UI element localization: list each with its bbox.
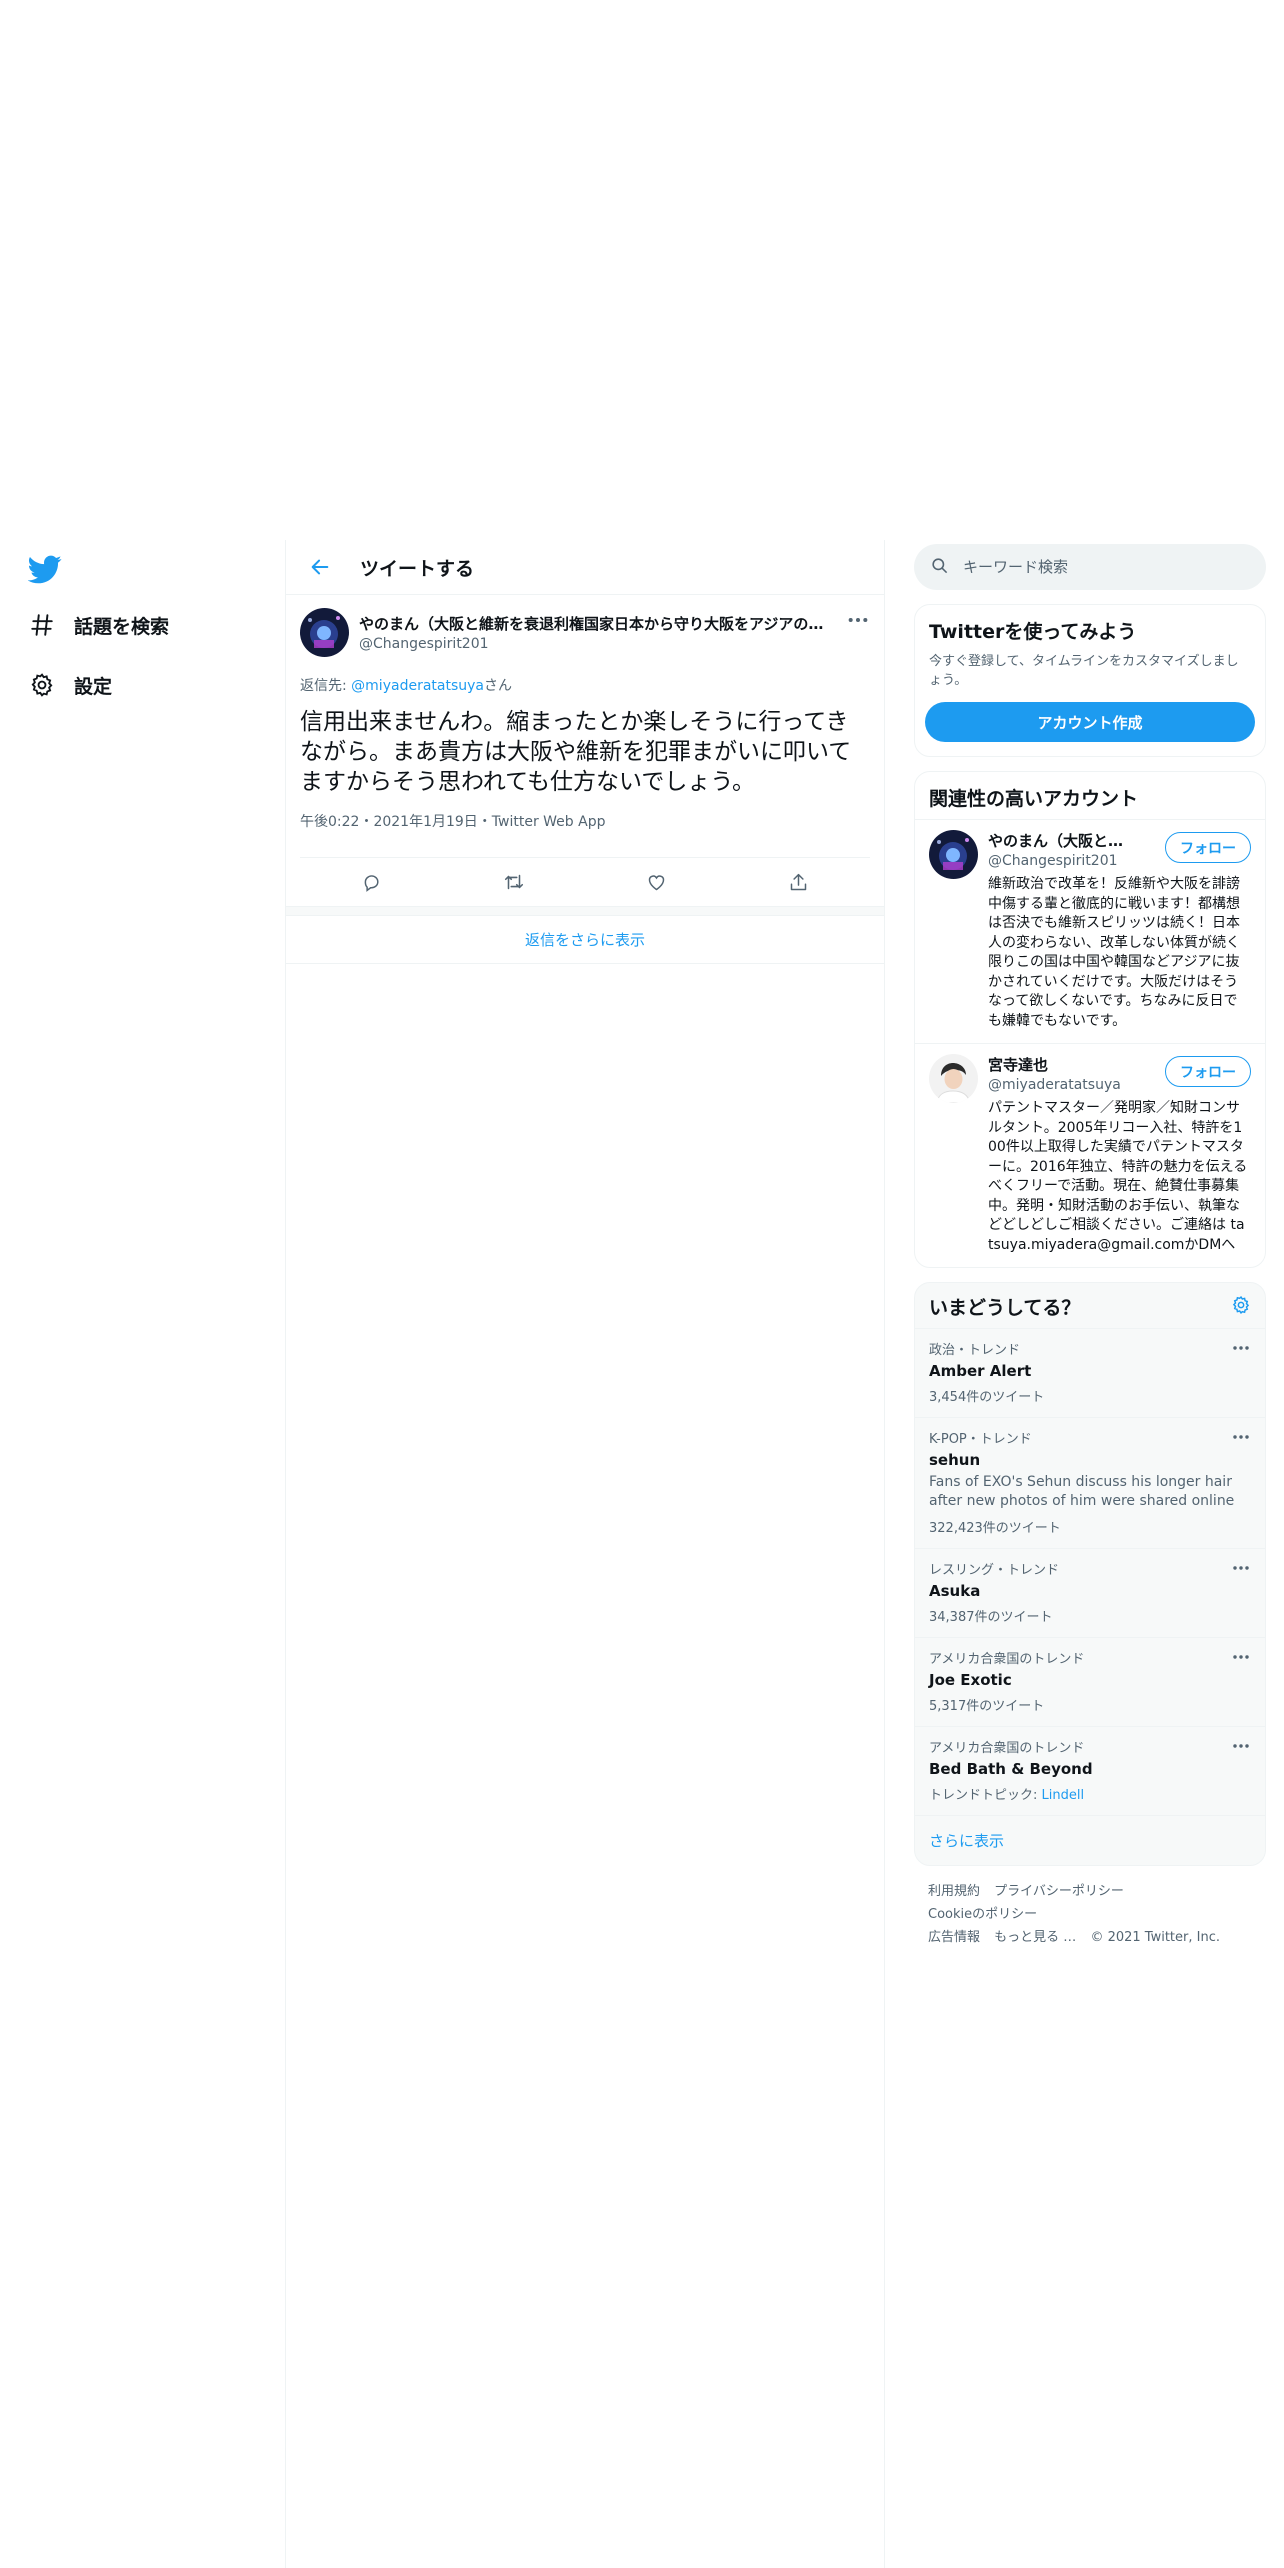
account-item[interactable]: やのまん（大阪と維新を衰退利権国家日本から守り大阪をアジアの… @Changes… xyxy=(915,819,1265,1043)
tweet-actions xyxy=(300,858,870,906)
section-divider xyxy=(286,906,884,916)
account-bio: パテントマスター／発明家／知財コンサルタント。2005年リコー入社、特許を100… xyxy=(988,1100,1248,1253)
more-options-icon[interactable] xyxy=(1231,1652,1251,1662)
right-sidebar: Twitterを使ってみよう 今すぐ登録して、タイムラインをカスタマイズしましょ… xyxy=(914,544,1266,1949)
trend-name: Bed Bath & Beyond xyxy=(929,1760,1093,1778)
account-bio: 維新政治で改革を！反維新や大阪を誹謗中傷する輩と徹底的に戦います！都構想は否決で… xyxy=(988,876,1240,1029)
trend-count: 3,454件のツイート xyxy=(929,1390,1045,1405)
page-title: ツイートする xyxy=(360,557,475,580)
nav-explore-label: 話題を検索 xyxy=(74,615,170,638)
main-column: ツイートする やのまん（大阪と維新を衰退利権国家日本から守り大阪をアジアの… @… xyxy=(285,540,885,2568)
trend-context: K-POP・トレンド xyxy=(929,1432,1032,1447)
trends-show-more-link[interactable]: さらに表示 xyxy=(915,1815,1265,1865)
trends-card: いまどうしてる？ 政治・トレンド Amber Alert 3,454件のツイート… xyxy=(914,1282,1266,1866)
footer-link-ads[interactable]: 広告情報 xyxy=(928,1930,980,1945)
tweet-author: やのまん（大阪と維新を衰退利権国家日本から守り大阪をアジアの… @Changes… xyxy=(300,607,870,657)
trend-topic: トレンドトピック: Lindell xyxy=(929,1784,1251,1803)
account-name[interactable]: 宮寺達也 xyxy=(988,1054,1138,1075)
like-heart-icon[interactable] xyxy=(639,865,673,899)
footer: 利用規約 プライバシーポリシー Cookieのポリシー 広告情報 もっと見る …… xyxy=(914,1880,1266,1949)
tweet-text: 信用出来ませんわ。縮まったとか楽しそうに行ってきながら。まあ貴方は大阪や維新を犯… xyxy=(300,709,852,795)
reply-icon[interactable] xyxy=(354,865,388,899)
trend-context: アメリカ合衆国のトレンド xyxy=(929,1741,1085,1756)
join-subtitle: 今すぐ登録して、タイムラインをカスタマイズしましょう。 xyxy=(929,654,1239,688)
reply-suffix: さん xyxy=(484,678,512,694)
trend-item[interactable]: 政治・トレンド Amber Alert 3,454件のツイート xyxy=(915,1328,1265,1417)
search-box[interactable] xyxy=(914,544,1266,590)
reply-to-handle-link[interactable]: @miyaderatatsuya xyxy=(351,678,484,694)
footer-link-more[interactable]: もっと見る … xyxy=(994,1930,1076,1945)
follow-button[interactable]: フォロー xyxy=(1165,1056,1251,1087)
join-twitter-card: Twitterを使ってみよう 今すぐ登録して、タイムラインをカスタマイズしましょ… xyxy=(914,604,1266,757)
account-item[interactable]: 宮寺達也 @miyaderatatsuya パテントマスター／発明家／知財コンサ… xyxy=(915,1043,1265,1267)
show-more-replies-link[interactable]: 返信をさらに表示 xyxy=(286,916,884,964)
search-input[interactable] xyxy=(963,558,1233,576)
gear-icon[interactable] xyxy=(1231,1295,1251,1319)
trend-count: 322,423件のツイート xyxy=(929,1521,1061,1536)
relevant-accounts-card: 関連性の高いアカウント やのまん（大阪と維新を衰退利権国家日本から守り大阪をアジ… xyxy=(914,771,1266,1268)
trend-name: Joe Exotic xyxy=(929,1671,1012,1689)
more-options-icon[interactable] xyxy=(1231,1741,1251,1751)
relevant-title: 関連性の高いアカウント xyxy=(929,788,1139,810)
trend-description: Fans of EXO's Sehun discuss his longer h… xyxy=(929,1474,1235,1509)
trend-name: sehun xyxy=(929,1451,981,1469)
nav-settings[interactable]: 設定 xyxy=(28,665,112,705)
more-options-icon[interactable] xyxy=(846,613,870,627)
signup-button[interactable]: アカウント作成 xyxy=(925,702,1255,742)
trend-context: 政治・トレンド xyxy=(929,1343,1021,1358)
trend-count: 34,387件のツイート xyxy=(929,1610,1053,1625)
nav-settings-label: 設定 xyxy=(74,675,113,698)
hashtag-icon xyxy=(28,611,56,639)
trend-context: レスリング・トレンド xyxy=(929,1563,1060,1578)
account-name[interactable]: やのまん（大阪と維新を衰退利権国家日本から守り大阪をアジアの… xyxy=(988,830,1138,851)
page-header: ツイートする xyxy=(286,540,884,595)
author-handle[interactable]: @Changespirit201 xyxy=(359,636,870,652)
reply-prefix: 返信先: xyxy=(300,678,352,694)
trend-item[interactable]: K-POP・トレンド sehun Fans of EXO's Sehun dis… xyxy=(915,1417,1265,1548)
trend-context: アメリカ合衆国のトレンド xyxy=(929,1652,1085,1667)
footer-link-privacy[interactable]: プライバシーポリシー xyxy=(994,1884,1124,1899)
trend-name: Asuka xyxy=(929,1582,981,1600)
gear-icon xyxy=(28,671,56,699)
tweet: やのまん（大阪と維新を衰退利権国家日本から守り大阪をアジアの… @Changes… xyxy=(286,595,884,906)
retweet-icon[interactable] xyxy=(497,865,531,899)
avatar[interactable] xyxy=(929,830,978,879)
back-arrow-icon[interactable] xyxy=(304,551,336,583)
follow-button[interactable]: フォロー xyxy=(1165,832,1251,863)
more-options-icon[interactable] xyxy=(1231,1432,1251,1442)
trend-item[interactable]: アメリカ合衆国のトレンド Bed Bath & Beyond トレンドトピック:… xyxy=(915,1726,1265,1815)
avatar[interactable] xyxy=(929,1054,978,1103)
share-icon[interactable] xyxy=(782,865,816,899)
author-name[interactable]: やのまん（大阪と維新を衰退利権国家日本から守り大阪をアジアの… xyxy=(359,613,829,634)
more-options-icon[interactable] xyxy=(1231,1563,1251,1573)
trends-title: いまどうしてる？ xyxy=(929,1297,1081,1319)
trend-count: 5,317件のツイート xyxy=(929,1699,1045,1714)
join-title: Twitterを使ってみよう xyxy=(929,621,1137,643)
tweet-timestamp[interactable]: 午後0:22・2021年1月19日・Twitter Web App xyxy=(300,811,870,858)
trend-item[interactable]: レスリング・トレンド Asuka 34,387件のツイート xyxy=(915,1548,1265,1637)
footer-copyright: © 2021 Twitter, Inc. xyxy=(1090,1930,1220,1945)
footer-link-terms[interactable]: 利用規約 xyxy=(928,1884,980,1899)
reply-to-line: 返信先: @miyaderatatsuyaさん xyxy=(300,675,870,695)
trend-topic-prefix: トレンドトピック: xyxy=(929,1788,1042,1803)
twitter-bird-icon[interactable] xyxy=(27,552,62,586)
nav-explore[interactable]: 話題を検索 xyxy=(28,605,169,645)
footer-link-cookies[interactable]: Cookieのポリシー xyxy=(928,1907,1037,1922)
avatar[interactable] xyxy=(300,607,349,657)
search-icon xyxy=(930,556,949,579)
trend-topic-link[interactable]: Lindell xyxy=(1042,1788,1085,1803)
trend-name: Amber Alert xyxy=(929,1362,1032,1380)
trend-item[interactable]: アメリカ合衆国のトレンド Joe Exotic 5,317件のツイート xyxy=(915,1637,1265,1726)
more-options-icon[interactable] xyxy=(1231,1343,1251,1353)
